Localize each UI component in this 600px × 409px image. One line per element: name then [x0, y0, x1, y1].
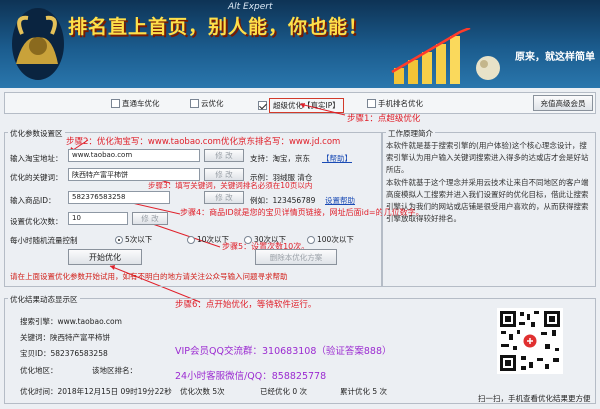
results-title: 优化结果动态显示区	[8, 294, 80, 305]
times-input[interactable]: 10	[68, 212, 128, 225]
region-label: 优化地区：	[20, 366, 58, 375]
result-time: 优化时间：2018年12月15日 09时19分22秒	[20, 387, 172, 396]
help-link[interactable]: 【帮助】	[322, 153, 352, 164]
result-keyword: 关键词：陕西特产富平柿饼	[20, 333, 110, 342]
item-id-example: 例如：123456789	[250, 196, 316, 205]
item-id-input[interactable]: 582376583258	[68, 191, 170, 204]
item-id-modify-button[interactable]: 修 改	[204, 191, 244, 204]
radio-30[interactable]: 30次以下	[244, 234, 286, 245]
settings-help-link[interactable]: 设置帮助	[325, 195, 355, 206]
step2-annotation: 步骤2：优化淘宝写：www.taobao.com优化京东排名写：www.jd.c…	[66, 137, 341, 147]
radio-10[interactable]: 10次以下	[187, 234, 229, 245]
shop-support-text: 支持：淘宝，京东	[250, 154, 310, 163]
radio-dot[interactable]	[115, 235, 123, 244]
shop-url-input[interactable]: www.taobao.com	[68, 149, 200, 162]
params-group-title: 优化参数设置区	[8, 128, 65, 139]
times-label: 设置优化次数：	[10, 217, 63, 226]
qr-code-icon	[497, 308, 563, 374]
vip-qq-group: VIP会员QQ交流群：310683108（验证答案888）	[175, 346, 392, 357]
scan-hint: 扫一扫，手机查看优化结果更方便	[478, 394, 591, 403]
step3-annotation: 步骤3：填写关键词，关键词排名必须在10页以内	[148, 181, 313, 190]
result-done: 已经优化 0 次	[260, 387, 308, 396]
radio-dot[interactable]	[187, 235, 195, 244]
radio-5[interactable]: 5次以下	[115, 234, 152, 245]
result-count: 优化次数 5次	[180, 387, 225, 396]
result-item-id: 宝贝ID：582376583258	[20, 349, 108, 358]
warning-text: 请在上面设置优化参数开始试用，如有不明白的地方请关注公众号输入问题寻求帮助	[10, 272, 288, 281]
delete-plan-button[interactable]: 删除本优化方案	[255, 249, 337, 265]
keyword-label: 优化的关键词：	[10, 173, 63, 182]
intro-title: 工作原理简介	[386, 128, 435, 139]
times-modify-button[interactable]: 修 改	[132, 212, 168, 225]
item-id-label: 输入商品ID：	[10, 196, 56, 205]
result-engine: 搜索引擎：www.taobao.com	[20, 317, 122, 326]
hourly-flow-label: 每小时随机流量控制	[10, 236, 78, 245]
shop-modify-button[interactable]: 修 改	[204, 149, 244, 162]
radio-dot[interactable]	[244, 235, 252, 244]
intro-text: 本软件就是基于搜索引擎的(用户体验)这个核心理念设计，搜索引擎认为用户输入关键词…	[386, 141, 589, 223]
start-optimize-button[interactable]: 开始优化	[68, 249, 142, 265]
service-contact: 24小时客服微信/QQ：858825778	[175, 371, 327, 382]
radio-dot[interactable]	[307, 235, 315, 244]
shop-label: 输入淘宝地址：	[10, 154, 63, 163]
radio-100[interactable]: 100次以下	[307, 234, 354, 245]
rank-label: 该地区排名：	[92, 366, 137, 375]
result-total: 累计优化 5 次	[340, 387, 388, 396]
